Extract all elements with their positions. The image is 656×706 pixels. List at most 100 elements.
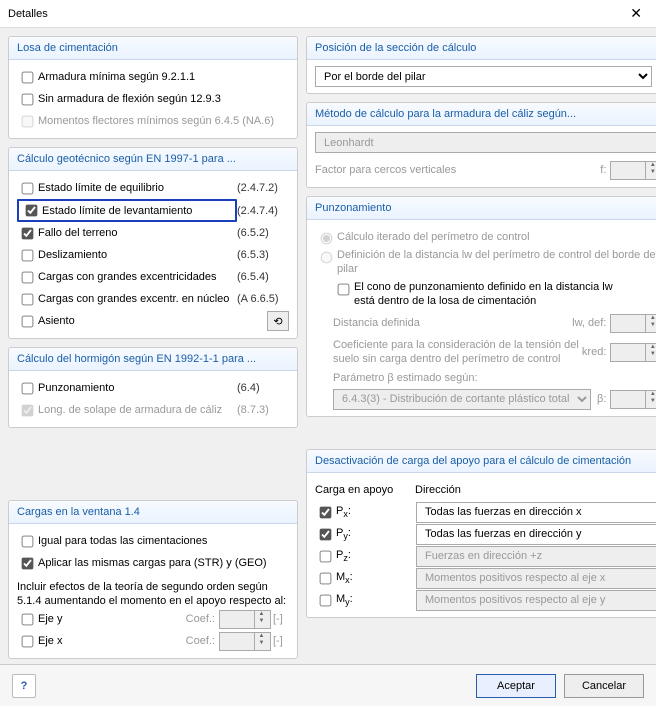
label: My: [336,593,416,607]
label: Asiento [38,315,267,327]
ref: (6.5.2) [237,227,289,239]
chk-levantamiento[interactable] [26,205,38,217]
chk-eje-y[interactable] [22,613,34,625]
chk-excentricidades[interactable] [22,271,34,283]
sym: lw, def: [572,317,606,329]
group-posicion: Posición de la sección de cálculo Por el… [306,36,656,94]
group-header: Losa de cimentación [9,37,297,60]
chk-cono[interactable] [338,284,350,296]
chk-sin-armadura[interactable] [22,93,34,105]
group-geotec: Cálculo geotécnico según EN 1997-1 para … [8,147,298,339]
group-cargas: Cargas en la ventana 1.4 Igual para toda… [8,500,298,659]
chk-solape [22,404,34,416]
chk-eje-x[interactable] [22,635,34,647]
spin-eje-y: ▲▼ [219,610,271,629]
cancel-button[interactable]: Cancelar [564,674,644,698]
label: Armadura mínima según 9.2.1.1 [38,71,289,83]
ref: (6.5.3) [237,249,289,261]
chk-momentos [22,115,34,127]
close-icon[interactable]: ✕ [624,5,648,22]
col-header: Carga en apoyo [315,484,415,496]
select-px[interactable]: Todas las fuerzas en dirección x [416,502,656,523]
spin-dist: ▲▼ [610,314,656,333]
label: Eje y [38,613,186,625]
label: Py: [336,527,416,541]
label: Aplicar las mismas cargas para (STR) y (… [38,557,289,569]
label: Igual para todas las cimentaciones [38,535,289,547]
chk-igual[interactable] [22,535,34,547]
select-mx: Momentos positivos respecto al eje x [416,568,656,589]
label: Eje x [38,635,186,647]
group-header: Posición de la sección de cálculo [307,37,656,60]
group-header: Método de cálculo para la armadura del c… [307,103,656,126]
chk-excentr-nucleo[interactable] [22,293,34,305]
group-desact: Desactivación de carga del apoyo para el… [306,449,656,618]
chk-mx[interactable] [320,572,332,584]
label: Deslizamiento [38,249,237,261]
label: Long. de solape de armadura de cáliz [38,404,237,416]
group-header: Punzonamiento [307,197,656,220]
label: Px: [336,505,416,519]
sym: β: [597,393,606,405]
spin-beta: ▲▼ [610,390,656,409]
settings-icon[interactable]: ⟲ [267,311,289,331]
group-header: Desactivación de carga del apoyo para el… [307,450,656,473]
spin-kred: ▲▼ [610,343,656,362]
ref: (2.4.7.2) [237,182,289,194]
group-header: Cálculo del hormigón según EN 1992-1-1 p… [9,348,297,371]
chk-aplicar[interactable] [22,557,34,569]
spin-eje-x: ▲▼ [219,632,271,651]
chk-fallo-terreno[interactable] [22,227,34,239]
radio-iterado [321,233,333,245]
group-losa: Losa de cimentación Armadura mínima segú… [8,36,298,139]
group-header: Cargas en la ventana 1.4 [9,501,297,524]
help-icon[interactable]: ? [12,674,36,698]
label: Estado límite de levantamiento [42,205,233,217]
ok-button[interactable]: Aceptar [476,674,556,698]
label: Cálculo iterado del perímetro de control [337,231,656,243]
ref: (8.7.3) [237,404,289,416]
label-incluir: Incluir efectos de la teoría de segundo … [17,580,289,608]
spin-f: ▲▼ [610,161,656,180]
chk-py[interactable] [320,528,332,540]
group-punz: Punzonamiento Cálculo iterado del períme… [306,196,656,417]
label: Momentos flectores mínimos según 6.4.5 (… [38,115,289,127]
chk-armadura-minima[interactable] [22,71,34,83]
unit: [-] [271,635,289,647]
ref: (6.5.4) [237,271,289,283]
label: Coeficiente para la consideración de la … [333,338,582,366]
select-py[interactable]: Todas las fuerzas en dirección y [416,524,656,545]
label: Cargas con grandes excentricidades [38,271,237,283]
label: El cono de punzonamiento definido en la … [354,280,656,308]
chk-pz[interactable] [320,550,332,562]
select-my: Momentos positivos respecto al eje y [416,590,656,611]
chk-px[interactable] [320,506,332,518]
group-metodo: Método de cálculo para la armadura del c… [306,102,656,188]
chk-equilibrio[interactable] [22,182,34,194]
select-metodo: Leonhardt [315,132,656,153]
select-param: 6.4.3(3) - Distribución de cortante plás… [333,389,591,410]
select-posicion[interactable]: Por el borde del pilar [315,66,652,87]
label: Punzonamiento [38,382,237,394]
coef-label: Coef.: [186,613,215,625]
group-hormigon: Cálculo del hormigón según EN 1992-1-1 p… [8,347,298,428]
label: Parámetro β estimado según: [333,372,656,384]
window-title: Detalles [8,8,48,20]
label: Fallo del terreno [38,227,237,239]
group-header: Cálculo geotécnico según EN 1997-1 para … [9,148,297,171]
label: Pz: [336,549,416,563]
radio-definicion [321,252,333,264]
chk-deslizamiento[interactable] [22,249,34,261]
ref: (2.4.7.4) [237,205,289,217]
label: Estado límite de equilibrio [38,182,237,194]
chk-my[interactable] [320,594,332,606]
col-header: Dirección [415,484,461,496]
label: Mx: [336,571,416,585]
label: Sin armadura de flexión según 12.9.3 [38,93,289,105]
label: Cargas con grandes excentr. en núcleo [38,293,237,305]
chk-asiento[interactable] [22,315,34,327]
ref: (A 6.6.5) [237,293,289,305]
chk-punzonamiento[interactable] [22,382,34,394]
label: Definición de la distancia lw del períme… [337,248,656,276]
f-label: f: [600,164,606,176]
